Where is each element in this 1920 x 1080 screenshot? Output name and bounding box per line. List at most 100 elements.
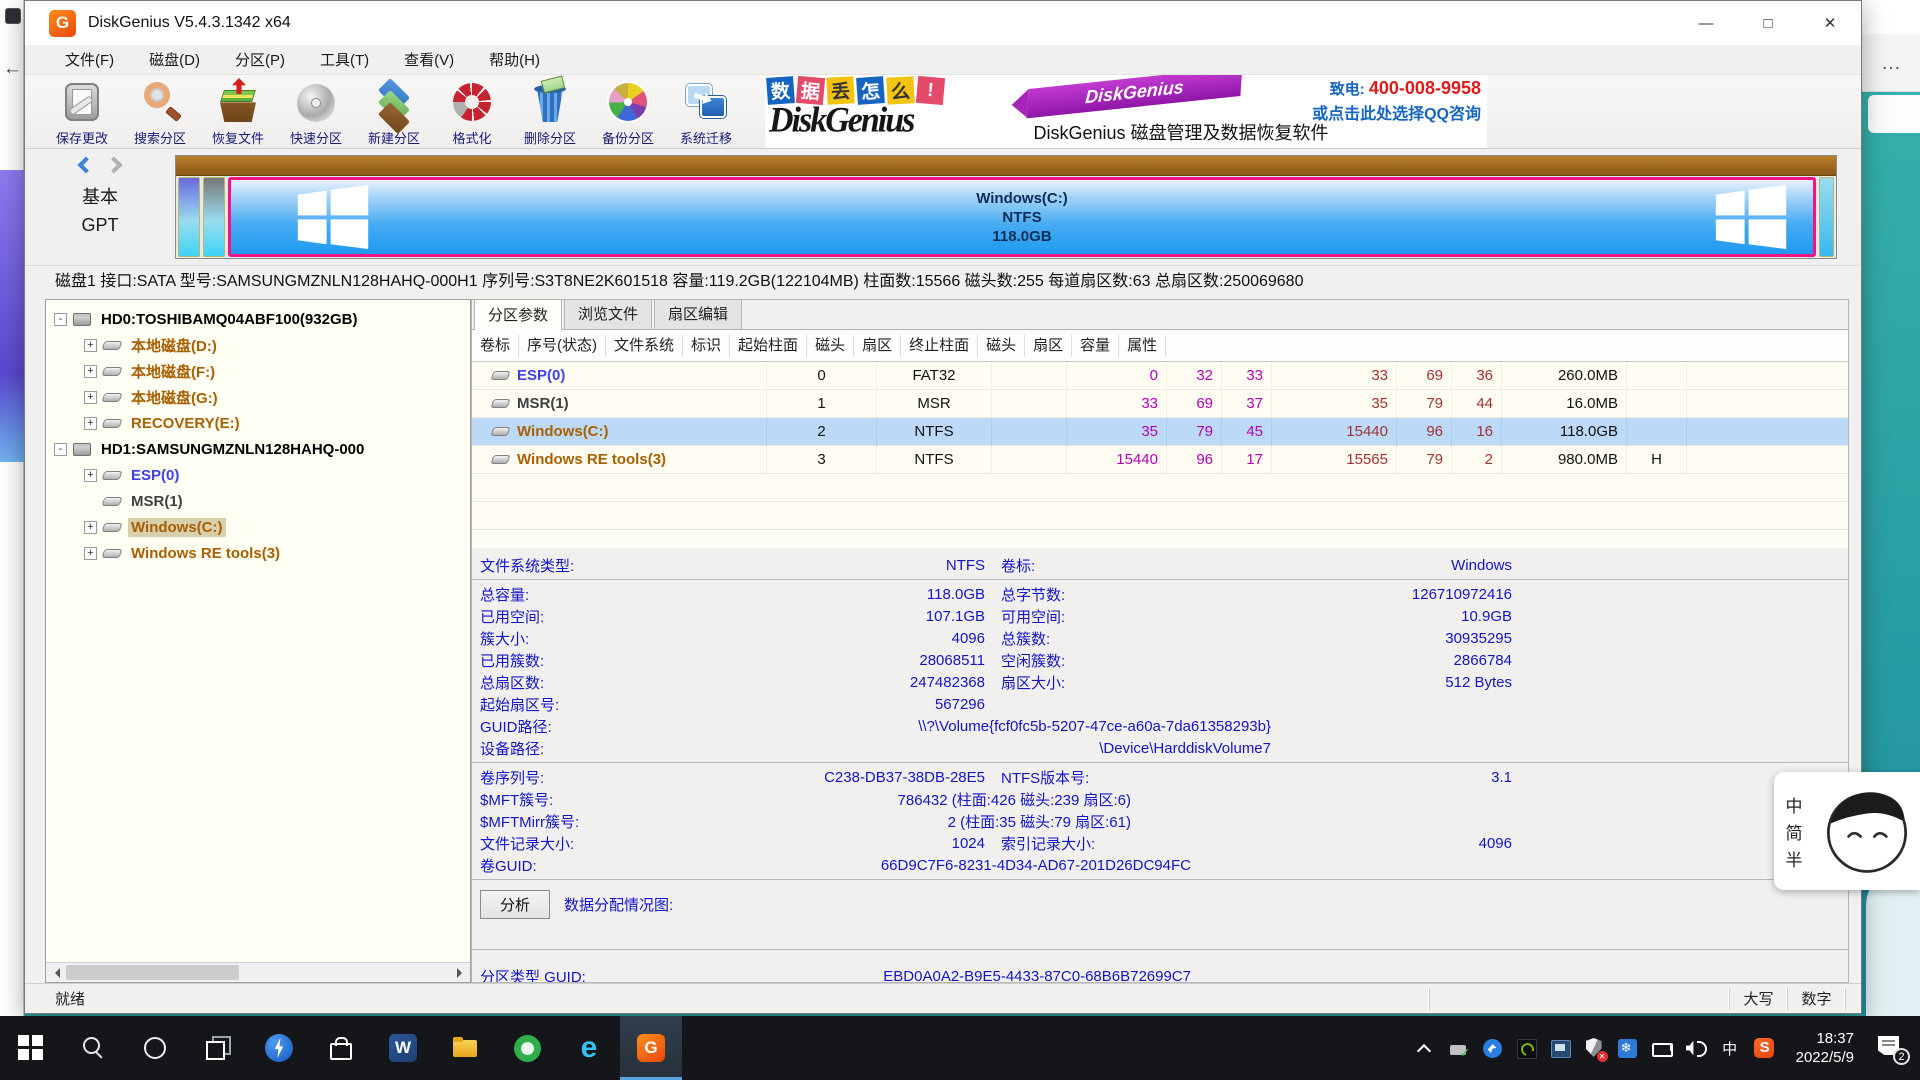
intel-graphics-tray-icon[interactable] [1550, 1037, 1570, 1059]
taskbar-file-explorer[interactable] [434, 1016, 496, 1080]
close-button[interactable]: ✕ [1799, 1, 1861, 45]
nvidia-tray-icon[interactable] [1516, 1037, 1536, 1059]
cortana-button[interactable] [124, 1016, 186, 1080]
table-header-cell[interactable]: 序号(状态) [519, 335, 606, 357]
menu-item[interactable]: 磁盘(D) [145, 46, 204, 73]
tree-item[interactable]: + Windows(C:) [48, 514, 468, 540]
scroll-left-icon[interactable] [46, 963, 66, 982]
menu-item[interactable]: 文件(F) [61, 46, 118, 73]
tree-expander-icon[interactable]: + [84, 391, 97, 404]
toolbar-button[interactable]: 格式化 [433, 77, 511, 147]
maximize-button[interactable]: □ [1737, 1, 1799, 45]
ime-indicator[interactable]: 中 [1720, 1037, 1740, 1059]
tree-expander-icon[interactable]: - [54, 443, 67, 456]
tree-expander-icon[interactable]: + [84, 547, 97, 560]
partition-msr-sliver[interactable] [203, 177, 225, 257]
tree-expander-icon[interactable]: + [84, 521, 97, 534]
taskbar-app-diskgenius[interactable]: G [620, 1016, 682, 1080]
toolbar-button[interactable]: 恢复文件 [199, 77, 277, 147]
tree-expander-icon[interactable]: - [54, 313, 67, 326]
scroll-right-icon[interactable] [450, 963, 470, 982]
prev-disk-icon[interactable] [78, 157, 95, 174]
ad-banner[interactable]: 数据丢怎么! DiskGenius DiskGenius 致电: 400-008… [765, 75, 1487, 148]
search-icon [79, 1034, 107, 1062]
table-header-cell[interactable]: 属性 [1119, 335, 1166, 357]
ime-status-label[interactable]: 半 [1786, 846, 1803, 871]
lightning-app-icon [265, 1034, 293, 1062]
scrollbar-thumb[interactable] [66, 965, 239, 980]
tab[interactable]: 分区参数 [474, 299, 562, 330]
taskbar-clock[interactable]: 18:37 2022/5/9 [1796, 1029, 1854, 1067]
tree-item[interactable]: + 本地磁盘(G:) [48, 384, 468, 410]
partition-row[interactable]: Windows RE tools(3) 3 NTFS 15440 96 17 1… [472, 446, 1848, 474]
partition-re-sliver[interactable] [1819, 177, 1834, 257]
toolbar-button[interactable]: 删除分区 [511, 77, 589, 147]
tree-item[interactable]: MSR(1) [48, 488, 468, 514]
menu-item[interactable]: 帮助(H) [485, 46, 544, 73]
ime-floating-widget[interactable]: 中简半 [1774, 772, 1920, 890]
table-header-cell[interactable]: 标识 [683, 335, 730, 357]
taskbar-search[interactable] [62, 1016, 124, 1080]
table-header-cell[interactable]: 磁头 [978, 335, 1025, 357]
tree-horizontal-scrollbar[interactable] [46, 962, 470, 982]
taskbar-app-word[interactable]: W [372, 1016, 434, 1080]
taskbar-app-store[interactable] [310, 1016, 372, 1080]
table-header-cell[interactable]: 扇区 [854, 335, 901, 357]
tree-expander-icon[interactable]: + [84, 417, 97, 430]
tree-expander-icon[interactable]: + [84, 469, 97, 482]
tab[interactable]: 浏览文件 [564, 299, 652, 329]
toolbar-button[interactable]: 搜索分区 [121, 77, 199, 147]
menu-item[interactable]: 工具(T) [316, 46, 373, 73]
security-shield-tray-icon[interactable] [1584, 1037, 1604, 1059]
tree-item[interactable]: + ESP(0) [48, 462, 468, 488]
taskbar-app-browser[interactable] [496, 1016, 558, 1080]
tree-item[interactable]: + Windows RE tools(3) [48, 540, 468, 566]
menu-item[interactable]: 查看(V) [400, 46, 458, 73]
toolbar-button-label: 删除分区 [524, 128, 576, 147]
ime-status-label[interactable]: 中 [1786, 792, 1803, 817]
partition-row[interactable]: Windows(C:) 2 NTFS 35 79 45 15440 96 16 [472, 418, 1848, 446]
taskbar-app-flash[interactable] [248, 1016, 310, 1080]
tree-item[interactable]: + 本地磁盘(F:) [48, 358, 468, 384]
partition-esp-sliver[interactable] [178, 177, 200, 257]
taskbar-app-edge[interactable]: e [558, 1016, 620, 1080]
tab[interactable]: 扇区编辑 [654, 299, 742, 329]
tree-item[interactable]: + RECOVERY(E:) [48, 410, 468, 436]
partition-windows-c[interactable]: Windows(C:) NTFS 118.0GB [228, 177, 1816, 257]
toolbar-button[interactable]: 新建分区 [355, 77, 433, 147]
tree-item[interactable]: - HD0:TOSHIBAMQ04ABF100(932GB) [48, 306, 468, 332]
snowflake-tray-icon[interactable] [1618, 1037, 1638, 1059]
sogou-tray-icon[interactable] [1754, 1037, 1774, 1059]
battery-icon[interactable] [1652, 1037, 1672, 1059]
volume-icon[interactable] [1686, 1037, 1706, 1059]
tree-item[interactable]: - HD1:SAMSUNGMZNLN128HAHQ-000 [48, 436, 468, 462]
table-header-cell[interactable]: 起始柱面 [730, 335, 807, 357]
table-header-cell[interactable]: 卷标 [472, 335, 519, 357]
action-center-button[interactable]: 2 [1876, 1035, 1906, 1061]
table-header-cell[interactable]: 文件系统 [606, 335, 683, 357]
partition-row[interactable]: ESP(0) 0 FAT32 0 32 33 33 69 36 260.0MB [472, 362, 1848, 390]
toolbar-button[interactable]: 保存更改 [43, 77, 121, 147]
tree-item[interactable]: + 本地磁盘(D:) [48, 332, 468, 358]
next-disk-icon[interactable] [106, 157, 123, 174]
start-button[interactable] [0, 1016, 62, 1080]
ime-status-label[interactable]: 简 [1786, 819, 1803, 844]
table-header-cell[interactable]: 扇区 [1025, 335, 1072, 357]
tree-expander-icon[interactable]: + [84, 365, 97, 378]
table-header-cell[interactable]: 终止柱面 [901, 335, 978, 357]
table-header-cell[interactable]: 容量 [1072, 335, 1119, 357]
more-menu-icon[interactable]: … [1862, 34, 1920, 92]
bird-tray-icon[interactable] [1482, 1037, 1502, 1059]
task-view-button[interactable] [186, 1016, 248, 1080]
menu-item[interactable]: 分区(P) [231, 46, 289, 73]
tray-expand-icon[interactable] [1414, 1037, 1434, 1059]
toolbar-button[interactable]: 备份分区 [589, 77, 667, 147]
analyze-button[interactable]: 分析 [480, 890, 550, 919]
tree-expander-icon[interactable]: + [84, 339, 97, 352]
toolbar-button[interactable]: 系统迁移 [667, 77, 745, 147]
minimize-button[interactable]: — [1675, 1, 1737, 45]
partition-row[interactable]: MSR(1) 1 MSR 33 69 37 35 79 44 16.0MB [472, 390, 1848, 418]
table-header-cell[interactable]: 磁头 [807, 335, 854, 357]
toolbar-button[interactable]: 快速分区 [277, 77, 355, 147]
printer-tray-icon[interactable] [1448, 1037, 1468, 1059]
